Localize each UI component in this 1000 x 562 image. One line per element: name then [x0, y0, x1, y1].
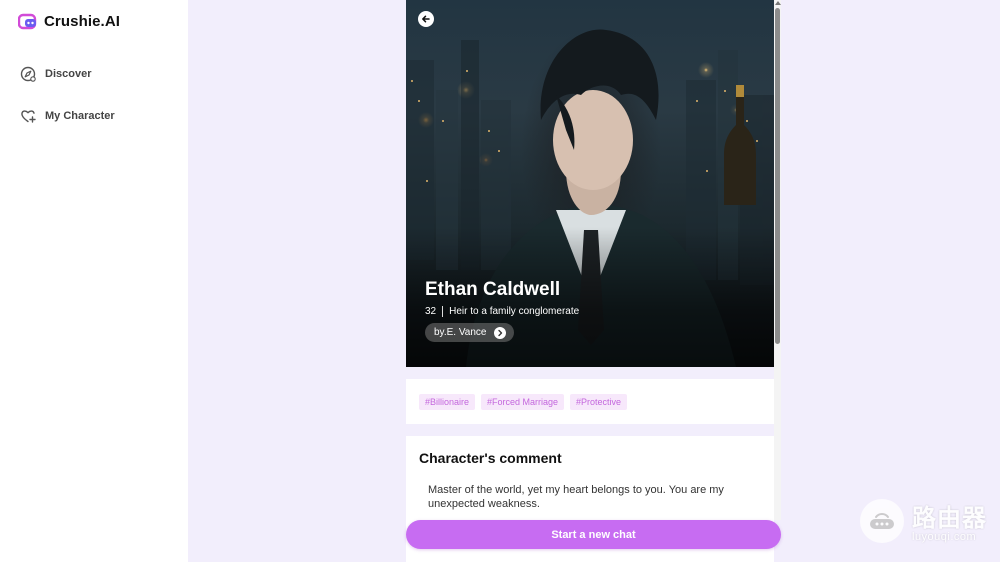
- brand[interactable]: Crushie.AI: [18, 12, 120, 30]
- sidebar-item-discover[interactable]: Discover: [20, 66, 91, 82]
- router-logo-icon: [860, 498, 904, 543]
- arrow-left-icon: [422, 15, 430, 23]
- compass-icon: [20, 66, 36, 82]
- crushie-logo-icon: [18, 13, 37, 30]
- sidebar: Crushie.AI Discover My Character: [0, 0, 188, 562]
- comment-text: Master of the world, yet my heart belong…: [428, 484, 724, 510]
- character-meta: 32 Heir to a family conglomerate: [425, 306, 579, 317]
- chevron-right-icon: [494, 326, 507, 339]
- character-detail-panel: Ethan Caldwell 32 Heir to a family congl…: [406, 0, 774, 562]
- tag-protective[interactable]: #Protective: [570, 394, 628, 410]
- brand-name: Crushie.AI: [44, 12, 121, 30]
- character-hero-image: Ethan Caldwell 32 Heir to a family congl…: [406, 0, 774, 367]
- meta-divider: [442, 306, 444, 317]
- watermark-sub: luyouqi.com: [912, 531, 977, 543]
- author-name: by.E. Vance: [434, 327, 487, 338]
- tags-card: #Billionaire #Forced Marriage #Protectiv…: [406, 379, 774, 424]
- start-new-chat-button[interactable]: Start a new chat: [406, 520, 781, 549]
- character-name: Ethan Caldwell: [425, 279, 561, 300]
- character-age: 32: [425, 306, 437, 317]
- tag-forced-marriage[interactable]: #Forced Marriage: [481, 394, 565, 410]
- back-button[interactable]: [418, 11, 434, 27]
- comment-title: Character's comment: [419, 450, 562, 466]
- watermark-main: 路由器: [912, 505, 987, 532]
- watermark: 路由器 luyouqi.com: [860, 498, 987, 543]
- watermark-text: 路由器 luyouqi.com: [912, 498, 987, 543]
- sidebar-item-my-character[interactable]: My Character: [20, 108, 115, 124]
- sidebar-item-label: My Character: [45, 110, 115, 122]
- scrollbar-thumb[interactable]: [775, 8, 780, 344]
- heart-plus-icon: [21, 110, 36, 123]
- author-link[interactable]: by.E. Vance: [425, 323, 515, 342]
- character-role: Heir to a family conglomerate: [449, 306, 580, 317]
- sidebar-item-label: Discover: [45, 68, 92, 80]
- tag-billionaire[interactable]: #Billionaire: [419, 394, 476, 410]
- scroll-up-arrow-icon[interactable]: [775, 1, 781, 5]
